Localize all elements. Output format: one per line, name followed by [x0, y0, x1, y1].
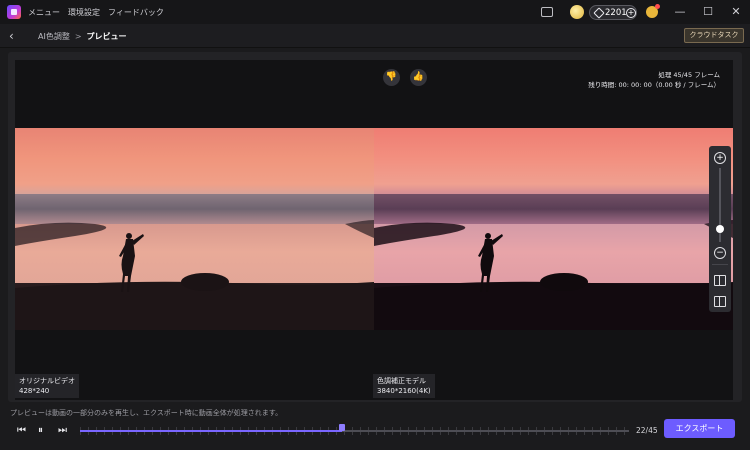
pause-icon[interactable]: ⏸: [38, 425, 43, 437]
export-button[interactable]: エクスポート: [664, 419, 735, 438]
monitor-icon[interactable]: [541, 7, 553, 17]
processed-title: 色調補正モデル: [377, 377, 426, 385]
coin-icon[interactable]: [570, 5, 584, 19]
nav-bar: ‹ AI色調整 > プレビュー: [0, 24, 750, 48]
zoom-in-button[interactable]: +: [714, 152, 726, 164]
menu-item-feedback[interactable]: フィードバック: [108, 7, 164, 18]
minimize-button[interactable]: —: [672, 4, 688, 20]
zoom-out-button[interactable]: −: [714, 247, 726, 259]
next-frame-icon[interactable]: ⏭: [58, 425, 67, 437]
breadcrumb: AI色調整 > プレビュー: [38, 31, 127, 42]
beach-scene-original: [15, 220, 374, 330]
processed-video: [374, 128, 733, 330]
menu-item-settings[interactable]: 環境設定: [68, 7, 100, 18]
breadcrumb-current: プレビュー: [86, 32, 127, 41]
menu-item-menu[interactable]: メニュー: [28, 7, 60, 18]
compare-view-icon[interactable]: [714, 296, 726, 307]
timeline-playhead[interactable]: [338, 424, 345, 431]
cloud-task-button[interactable]: クラウドタスク: [684, 28, 744, 43]
title-bar: メニュー 環境設定 フィードバック 2201 + — ☐ ✕: [0, 0, 750, 24]
time-remaining: 残り時間: 00: 00: 00（0.00 秒 / フレーム）: [588, 81, 720, 89]
user-avatar-icon[interactable]: [646, 4, 660, 18]
back-arrow-icon[interactable]: ‹: [9, 29, 21, 43]
breadcrumb-parent[interactable]: AI色調整: [38, 32, 70, 41]
processing-info: 処理 45/45 フレーム 残り時間: 00: 00: 00（0.00 秒 / …: [588, 70, 720, 90]
zoom-slider-handle[interactable]: [716, 225, 724, 234]
previous-frame-icon[interactable]: ⏮: [17, 425, 26, 437]
zoom-divider: [712, 264, 728, 265]
original-title: オリジナルビデオ: [19, 377, 75, 385]
frames-processed: 処理 45/45 フレーム: [658, 71, 720, 79]
split-view-icon[interactable]: [714, 275, 726, 286]
beach-scene-processed: [374, 220, 733, 330]
zoom-control: + −: [709, 146, 731, 312]
gem-icon: [593, 7, 605, 19]
preview-hint: プレビューは動画の一部分のみを再生し、エクスポート時に動画全体が処理されます。: [10, 409, 283, 417]
processed-resolution: 3840*2160(4K): [377, 387, 431, 395]
thumbs-up-icon[interactable]: 👍: [410, 69, 427, 86]
timeline-progress: [80, 430, 342, 432]
frame-counter: 22/45: [636, 426, 658, 435]
maximize-button[interactable]: ☐: [700, 4, 716, 20]
original-resolution: 428*240: [19, 387, 50, 395]
close-button[interactable]: ✕: [728, 4, 744, 20]
timeline-track[interactable]: [80, 430, 629, 432]
thumbs-down-icon[interactable]: 👎: [383, 69, 400, 86]
original-video: [15, 128, 374, 330]
add-credits-button[interactable]: +: [626, 8, 636, 18]
original-label: オリジナルビデオ 428*240: [15, 374, 79, 398]
app-logo-icon: [7, 5, 21, 19]
processed-label: 色調補正モデル 3840*2160(4K): [373, 374, 435, 398]
breadcrumb-separator: >: [74, 32, 82, 41]
credit-count: 2201: [605, 8, 627, 18]
credits-badge[interactable]: 2201 +: [589, 5, 637, 20]
